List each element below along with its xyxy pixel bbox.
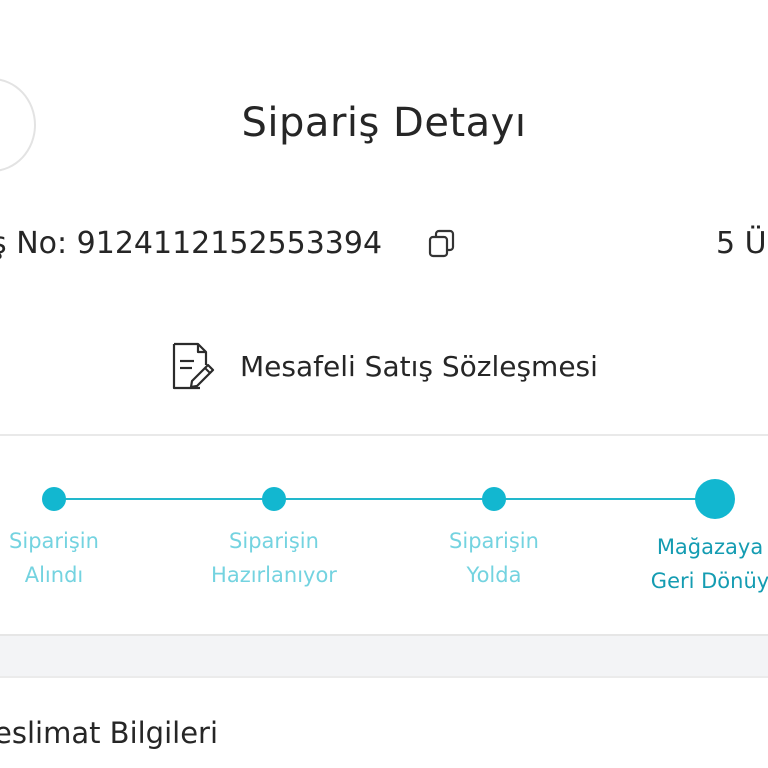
delivery-info-title: eslimat Bilgileri — [0, 716, 219, 750]
step-label-returning: Mağazaya Geri Dönüy — [650, 535, 768, 593]
document-edit-icon — [172, 342, 215, 390]
order-info-row: ariş No: 9124112152553394 5 Ü — [0, 222, 768, 266]
copy-icon[interactable] — [426, 228, 458, 260]
distance-sales-contract-link[interactable]: Mesafeli Satış Sözleşmesi — [170, 340, 598, 392]
contract-label: Mesafeli Satış Sözleşmesi — [240, 349, 598, 383]
step-label-preparing: Siparişin Hazırlanıyor — [211, 529, 337, 587]
item-count: 5 Ü — [716, 226, 767, 261]
section-separator — [0, 636, 768, 676]
step-dot-on-the-way — [482, 487, 506, 511]
page-title: Sipariş Detayı — [241, 100, 527, 146]
divider — [0, 676, 768, 678]
step-dot-received — [42, 487, 66, 511]
step-label-on-the-way: Siparişin Yolda — [449, 529, 539, 587]
step-dot-preparing — [262, 487, 286, 511]
order-status-tracker: Siparişin Alındı Siparişin Hazırlanıyor … — [0, 436, 768, 634]
order-detail-page: Sipariş Detayı ariş No: 9124112152553394… — [0, 0, 768, 768]
order-number: ariş No: 9124112152553394 — [0, 226, 383, 261]
step-dot-returning — [695, 479, 735, 519]
tracker-line — [54, 498, 714, 500]
step-label-received: Siparişin Alındı — [9, 529, 99, 587]
